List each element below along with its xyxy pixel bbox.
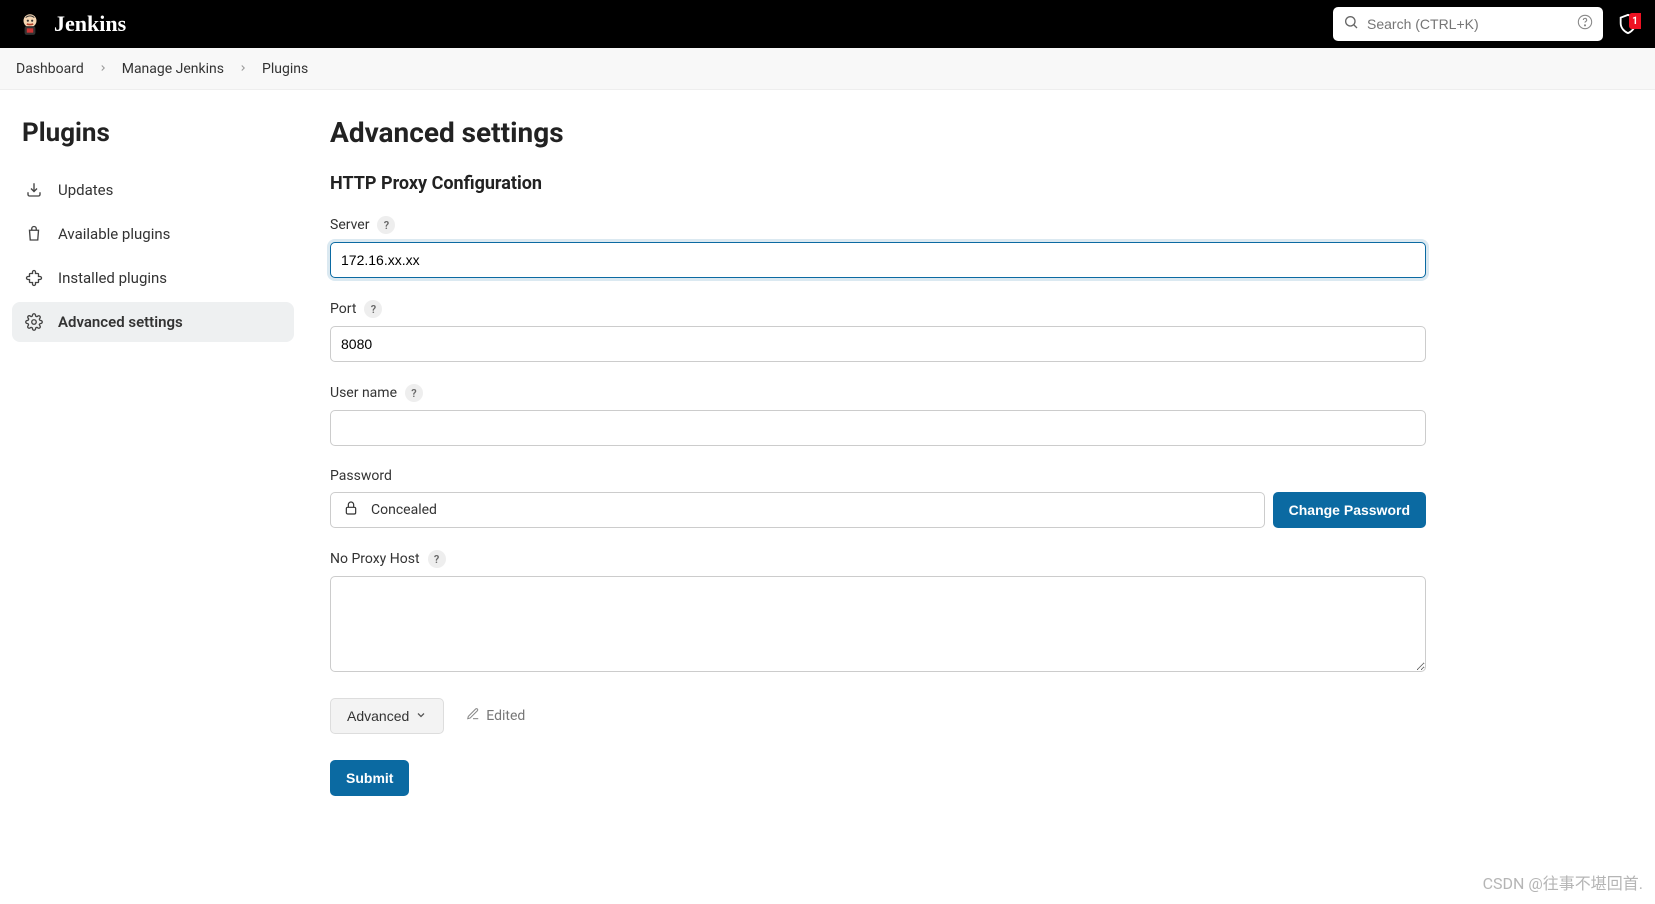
server-input[interactable] [330,242,1426,278]
gear-icon [24,312,44,332]
main: Advanced settings HTTP Proxy Configurati… [306,90,1456,836]
jenkins-logo-icon[interactable] [16,10,44,38]
notification-badge: 1 [1629,13,1641,29]
label-row: Password [330,468,1426,484]
breadcrumb-manage-jenkins[interactable]: Manage Jenkins [122,61,224,77]
sidebar-title: Plugins [12,110,294,170]
plugin-icon [24,268,44,288]
sidebar-item-label: Installed plugins [58,269,167,287]
header-left: Jenkins [16,10,126,38]
help-icon[interactable]: ? [364,300,382,318]
change-password-button[interactable]: Change Password [1273,492,1426,528]
search-box[interactable] [1333,7,1603,41]
header-right: 1 [1333,7,1639,41]
edited-label: Edited [486,708,525,724]
container: Plugins Updates Available plugins Instal… [0,90,1655,836]
form-group-password: Password Concealed Change Password [330,468,1426,528]
breadcrumb-dashboard[interactable]: Dashboard [16,61,84,77]
sidebar-item-available-plugins[interactable]: Available plugins [12,214,294,254]
chevron-right-icon [238,61,248,77]
watermark: CSDN @往事不堪回首. [1483,870,1643,894]
shopping-bag-icon [24,224,44,244]
download-icon [24,180,44,200]
advanced-label: Advanced [347,708,409,724]
shield-icon[interactable]: 1 [1617,13,1639,35]
advanced-button[interactable]: Advanced [330,698,444,734]
label-row: User name ? [330,384,1426,402]
label-row: Port ? [330,300,1426,318]
form-group-username: User name ? [330,384,1426,446]
port-input[interactable] [330,326,1426,362]
search-help-icon[interactable] [1577,14,1593,34]
chevron-right-icon [98,61,108,77]
edited-indicator: Edited [466,707,525,725]
breadcrumb-plugins[interactable]: Plugins [262,61,308,77]
username-input[interactable] [330,410,1426,446]
header: Jenkins 1 [0,0,1655,48]
label-row: Server ? [330,216,1426,234]
breadcrumb: Dashboard Manage Jenkins Plugins [0,48,1655,90]
form-group-server: Server ? [330,216,1426,278]
password-row: Concealed Change Password [330,492,1426,528]
lock-icon [343,500,359,520]
noproxy-label: No Proxy Host [330,551,420,567]
search-input[interactable] [1367,16,1569,32]
server-label: Server [330,217,369,233]
label-row: No Proxy Host ? [330,550,1426,568]
port-label: Port [330,301,356,317]
brand-text[interactable]: Jenkins [54,11,126,37]
pencil-icon [466,707,480,725]
sidebar-item-installed-plugins[interactable]: Installed plugins [12,258,294,298]
password-concealed-box: Concealed [330,492,1265,528]
sidebar-item-advanced-settings[interactable]: Advanced settings [12,302,294,342]
chevron-down-icon [415,708,427,724]
form-group-port: Port ? [330,300,1426,362]
sidebar-item-updates[interactable]: Updates [12,170,294,210]
footer-row: Advanced Edited [330,698,1426,734]
concealed-text: Concealed [371,502,437,518]
search-icon [1343,14,1359,34]
sidebar: Plugins Updates Available plugins Instal… [0,90,306,836]
sidebar-item-label: Advanced settings [58,313,183,331]
sidebar-item-label: Available plugins [58,225,170,243]
submit-button[interactable]: Submit [330,760,409,796]
help-icon[interactable]: ? [428,550,446,568]
username-label: User name [330,385,397,401]
section-title: HTTP Proxy Configuration [330,173,1426,194]
help-icon[interactable]: ? [405,384,423,402]
sidebar-item-label: Updates [58,181,113,199]
form-group-noproxy: No Proxy Host ? [330,550,1426,676]
noproxy-textarea[interactable] [330,576,1426,672]
help-icon[interactable]: ? [377,216,395,234]
password-label: Password [330,468,392,484]
page-title: Advanced settings [330,116,1426,149]
